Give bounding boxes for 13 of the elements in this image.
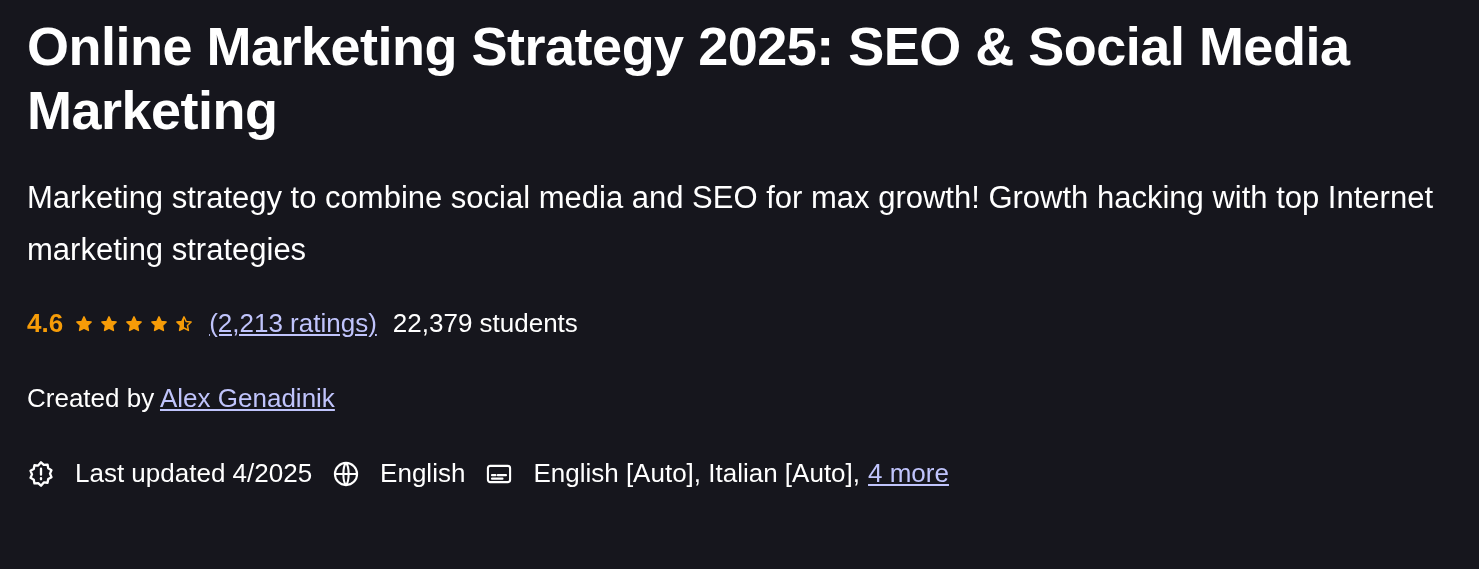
course-subtitle: Marketing strategy to combine social media and SEO for max growth! Growth hacking with top Internet marketing strategies [27, 179, 1434, 269]
created-by: Created by Alex Genadinik [27, 382, 336, 415]
last-updated: Last updated 4/2025 [75, 457, 313, 490]
captions: English [Auto], Italian [Auto], [533, 457, 861, 490]
rating-value: 4.6 [27, 307, 64, 340]
globe-icon [332, 459, 361, 488]
ratings-link[interactable]: (2,213 ratings) [209, 304, 377, 343]
course-title: Online Marketing Strategy 2025: SEO & Social Media Marketing [27, 15, 1352, 142]
language: English [380, 457, 466, 490]
more-captions-link[interactable]: 4 more [868, 454, 949, 493]
alert-badge-icon [27, 459, 55, 488]
students-count: 22,379 students [392, 307, 578, 340]
author-link[interactable]: Alex Genadinik [160, 383, 335, 413]
